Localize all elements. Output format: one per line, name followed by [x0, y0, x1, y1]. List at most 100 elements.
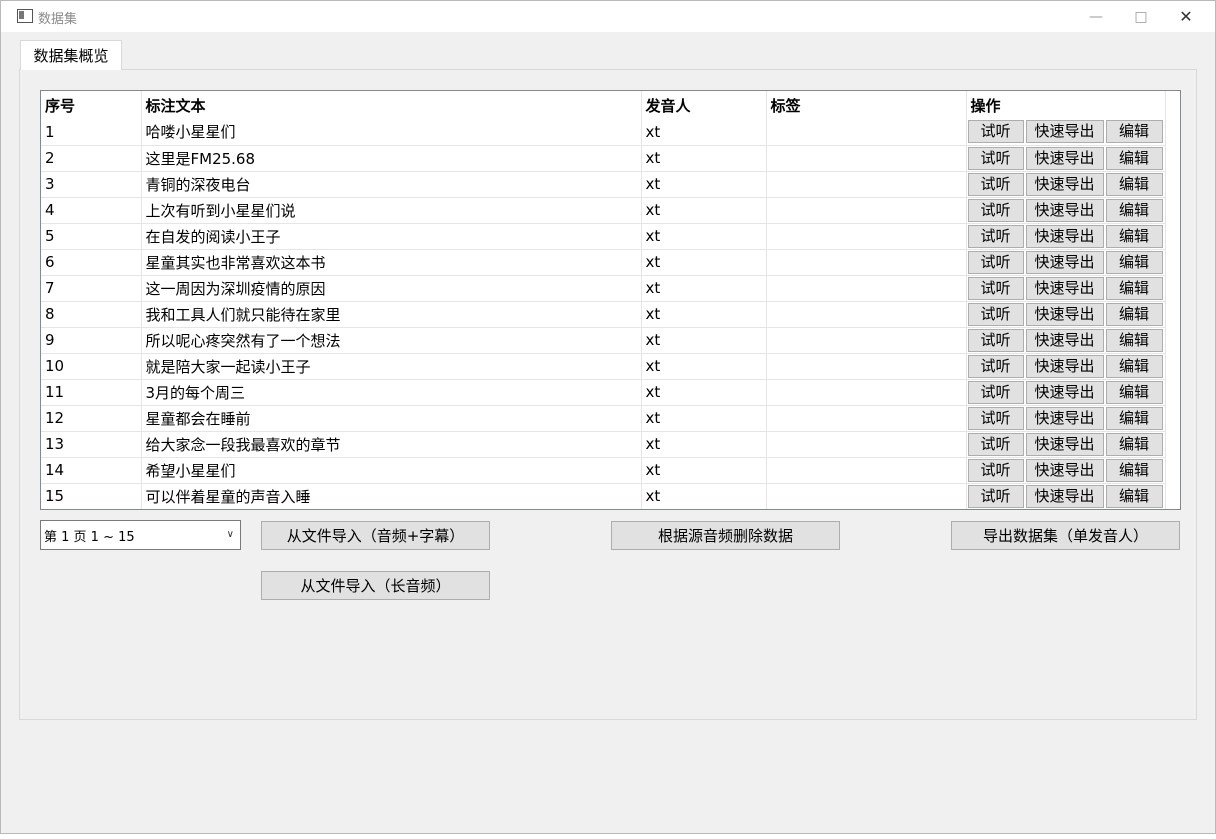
edit-button[interactable]: 编辑 [1105, 328, 1163, 352]
cell-index: 6 [41, 249, 142, 276]
table-row[interactable]: 10 就是陪大家一起读小王子 xt 试听 快速导出 编辑 [41, 353, 1166, 380]
listen-button[interactable]: 试听 [967, 484, 1024, 508]
edit-button[interactable]: 编辑 [1105, 276, 1163, 300]
cell-text: 哈喽小星星们 [141, 119, 642, 146]
import-long-audio-button[interactable]: 从文件导入（长音频） [261, 571, 490, 600]
quick-export-button[interactable]: 快速导出 [1025, 484, 1104, 508]
cell-index: 7 [41, 275, 142, 302]
cell-tag [766, 431, 967, 458]
quick-export-button[interactable]: 快速导出 [1025, 432, 1104, 456]
table-row[interactable]: 5 在自发的阅读小王子 xt 试听 快速导出 编辑 [41, 223, 1166, 250]
close-button[interactable]: ✕ [1163, 1, 1209, 32]
header-index[interactable]: 序号 [41, 91, 142, 119]
quick-export-button[interactable]: 快速导出 [1025, 458, 1104, 482]
edit-button[interactable]: 编辑 [1105, 120, 1163, 144]
quick-export-button[interactable]: 快速导出 [1025, 120, 1104, 144]
table-row[interactable]: 1 哈喽小星星们 xt 试听 快速导出 编辑 [41, 119, 1166, 146]
edit-button[interactable]: 编辑 [1105, 432, 1163, 456]
quick-export-button[interactable]: 快速导出 [1025, 146, 1104, 170]
edit-button[interactable]: 编辑 [1105, 198, 1163, 222]
table-row[interactable]: 8 我和工具人们就只能待在家里 xt 试听 快速导出 编辑 [41, 301, 1166, 328]
minimize-button[interactable]: — [1073, 1, 1119, 32]
cell-speaker: xt [641, 405, 767, 432]
quick-export-button[interactable]: 快速导出 [1025, 406, 1104, 430]
cell-index: 10 [41, 353, 142, 380]
edit-button[interactable]: 编辑 [1105, 458, 1163, 482]
listen-button[interactable]: 试听 [967, 198, 1024, 222]
cell-text: 青铜的深夜电台 [141, 171, 642, 198]
edit-button[interactable]: 编辑 [1105, 484, 1163, 508]
quick-export-button[interactable]: 快速导出 [1025, 172, 1104, 196]
delete-by-source-button[interactable]: 根据源音频删除数据 [611, 521, 840, 550]
listen-button[interactable]: 试听 [967, 224, 1024, 248]
cell-index: 8 [41, 301, 142, 328]
tab-dataset-overview[interactable]: 数据集概览 [20, 40, 122, 70]
edit-button[interactable]: 编辑 [1105, 406, 1163, 430]
table-row[interactable]: 7 这一周因为深圳疫情的原因 xt 试听 快速导出 编辑 [41, 275, 1166, 302]
cell-text: 星童其实也非常喜欢这本书 [141, 249, 642, 276]
quick-export-button[interactable]: 快速导出 [1025, 198, 1104, 222]
cell-text: 我和工具人们就只能待在家里 [141, 301, 642, 328]
table-row[interactable]: 11 3月的每个周三 xt 试听 快速导出 编辑 [41, 379, 1166, 406]
listen-button[interactable]: 试听 [967, 458, 1024, 482]
cell-speaker: xt [641, 249, 767, 276]
title-bar[interactable]: 数据集 — □ ✕ [1, 1, 1215, 32]
table-row[interactable]: 2 这里是FM25.68 xt 试听 快速导出 编辑 [41, 145, 1166, 172]
page-select[interactable]: 第 1 页 1 ~ 15 ∨ [40, 520, 241, 550]
listen-button[interactable]: 试听 [967, 302, 1024, 326]
cell-actions: 试听 快速导出 编辑 [966, 379, 1166, 406]
export-dataset-button[interactable]: 导出数据集（单发音人） [951, 521, 1180, 550]
cell-speaker: xt [641, 301, 767, 328]
cell-text: 就是陪大家一起读小王子 [141, 353, 642, 380]
listen-button[interactable]: 试听 [967, 354, 1024, 378]
edit-button[interactable]: 编辑 [1105, 224, 1163, 248]
table-row[interactable]: 6 星童其实也非常喜欢这本书 xt 试听 快速导出 编辑 [41, 249, 1166, 276]
table-row[interactable]: 12 星童都会在睡前 xt 试听 快速导出 编辑 [41, 405, 1166, 432]
cell-text: 希望小星星们 [141, 457, 642, 484]
listen-button[interactable]: 试听 [967, 328, 1024, 352]
cell-speaker: xt [641, 119, 767, 146]
listen-button[interactable]: 试听 [967, 172, 1024, 196]
listen-button[interactable]: 试听 [967, 146, 1024, 170]
header-tag[interactable]: 标签 [766, 91, 967, 119]
cell-text: 可以伴着星童的声音入睡 [141, 483, 642, 509]
quick-export-button[interactable]: 快速导出 [1025, 328, 1104, 352]
edit-button[interactable]: 编辑 [1105, 380, 1163, 404]
quick-export-button[interactable]: 快速导出 [1025, 250, 1104, 274]
quick-export-button[interactable]: 快速导出 [1025, 276, 1104, 300]
dataset-table[interactable]: 序号 标注文本 发音人 标签 操作 1 哈喽小星星们 xt 试听 快速导出 编辑 2 这里是F… [40, 90, 1181, 510]
table-row[interactable]: 4 上次有听到小星星们说 xt 试听 快速导出 编辑 [41, 197, 1166, 224]
table-row[interactable]: 15 可以伴着星童的声音入睡 xt 试听 快速导出 编辑 [41, 483, 1166, 509]
cell-text: 星童都会在睡前 [141, 405, 642, 432]
quick-export-button[interactable]: 快速导出 [1025, 302, 1104, 326]
cell-index: 15 [41, 483, 142, 509]
table-row[interactable]: 13 给大家念一段我最喜欢的章节 xt 试听 快速导出 编辑 [41, 431, 1166, 458]
listen-button[interactable]: 试听 [967, 120, 1024, 144]
header-speaker[interactable]: 发音人 [641, 91, 767, 119]
app-window-icon [17, 9, 33, 23]
cell-index: 3 [41, 171, 142, 198]
listen-button[interactable]: 试听 [967, 406, 1024, 430]
listen-button[interactable]: 试听 [967, 380, 1024, 404]
quick-export-button[interactable]: 快速导出 [1025, 380, 1104, 404]
edit-button[interactable]: 编辑 [1105, 250, 1163, 274]
edit-button[interactable]: 编辑 [1105, 172, 1163, 196]
maximize-button[interactable]: □ [1118, 1, 1164, 32]
listen-button[interactable]: 试听 [967, 276, 1024, 300]
table-row[interactable]: 3 青铜的深夜电台 xt 试听 快速导出 编辑 [41, 171, 1166, 198]
header-text[interactable]: 标注文本 [141, 91, 642, 119]
edit-button[interactable]: 编辑 [1105, 354, 1163, 378]
cell-speaker: xt [641, 327, 767, 354]
edit-button[interactable]: 编辑 [1105, 146, 1163, 170]
edit-button[interactable]: 编辑 [1105, 302, 1163, 326]
import-audio-subtitle-button[interactable]: 从文件导入（音频+字幕） [261, 521, 490, 550]
quick-export-button[interactable]: 快速导出 [1025, 354, 1104, 378]
listen-button[interactable]: 试听 [967, 432, 1024, 456]
cell-tag [766, 327, 967, 354]
listen-button[interactable]: 试听 [967, 250, 1024, 274]
table-row[interactable]: 14 希望小星星们 xt 试听 快速导出 编辑 [41, 457, 1166, 484]
cell-tag [766, 249, 967, 276]
table-row[interactable]: 9 所以呢心疼突然有了一个想法 xt 试听 快速导出 编辑 [41, 327, 1166, 354]
header-actions[interactable]: 操作 [966, 91, 1166, 119]
quick-export-button[interactable]: 快速导出 [1025, 224, 1104, 248]
